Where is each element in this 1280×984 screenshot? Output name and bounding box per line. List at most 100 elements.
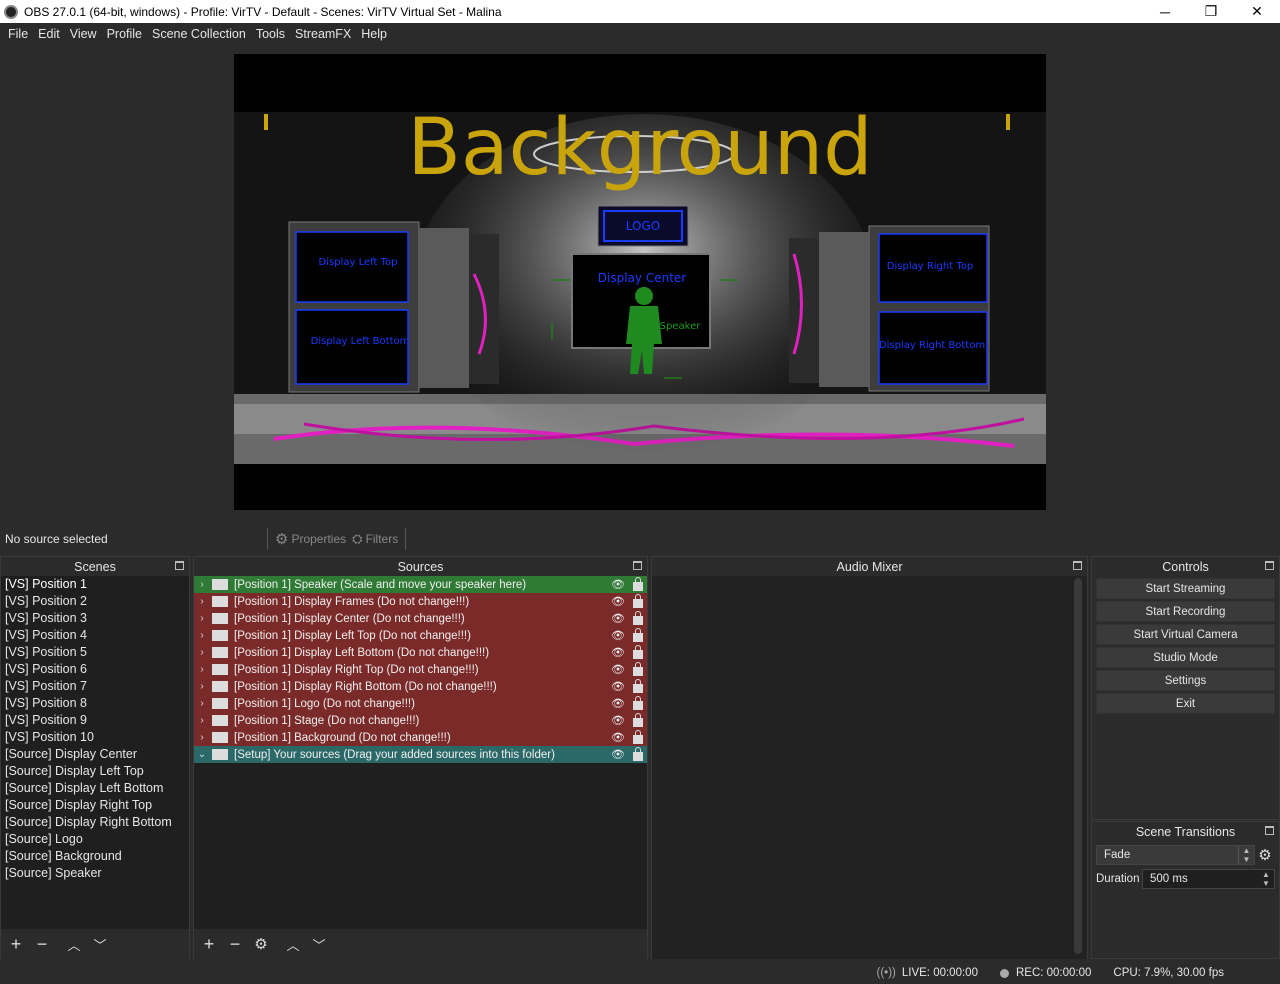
exit-button[interactable]: Exit bbox=[1096, 693, 1275, 714]
move-down-icon[interactable]: ﹀ bbox=[310, 935, 328, 954]
preview-canvas[interactable]: Background LOGO Display Center Speaker D… bbox=[234, 54, 1046, 510]
source-item[interactable]: › [Position 1] Display Right Bottom (Do n… bbox=[194, 678, 647, 695]
eye-icon[interactable]: 👁 bbox=[611, 748, 625, 761]
source-item[interactable]: › [Position 1] Display Left Bottom (Do no… bbox=[194, 644, 647, 661]
expand-chevron-icon[interactable]: › bbox=[196, 732, 208, 743]
eye-icon[interactable]: 👁 bbox=[611, 595, 625, 608]
scene-item[interactable]: [Source] Display Right Bottom bbox=[1, 814, 189, 831]
expand-chevron-icon[interactable]: › bbox=[196, 715, 208, 726]
lock-icon[interactable] bbox=[633, 611, 643, 625]
source-item[interactable]: › [Position 1] Stage (Do not change!!!) 👁 bbox=[194, 712, 647, 729]
eye-icon[interactable]: 👁 bbox=[611, 731, 625, 744]
expand-chevron-icon[interactable]: › bbox=[196, 630, 208, 641]
scene-item[interactable]: [VS] Position 4 bbox=[1, 627, 189, 644]
duration-input[interactable]: 500 ms ▲ ▼ bbox=[1142, 869, 1275, 889]
lock-icon[interactable] bbox=[633, 628, 643, 642]
scene-item[interactable]: [VS] Position 5 bbox=[1, 644, 189, 661]
menu-scene-collection[interactable]: Scene Collection bbox=[147, 27, 251, 41]
close-button[interactable]: ✕ bbox=[1234, 0, 1280, 23]
gear-icon[interactable]: ⚙ bbox=[1255, 846, 1275, 864]
expand-chevron-icon[interactable]: › bbox=[196, 681, 208, 692]
scene-item[interactable]: [Source] Display Center bbox=[1, 746, 189, 763]
scene-item[interactable]: [VS] Position 10 bbox=[1, 729, 189, 746]
menu-help[interactable]: Help bbox=[356, 27, 392, 41]
add-scene-icon[interactable]: + bbox=[7, 934, 25, 955]
move-down-icon[interactable]: ﹀ bbox=[91, 935, 109, 954]
eye-icon[interactable]: 👁 bbox=[611, 663, 625, 676]
scene-item[interactable]: [VS] Position 9 bbox=[1, 712, 189, 729]
transition-select[interactable]: Fade ▲ ▼ bbox=[1096, 845, 1255, 865]
undock-icon[interactable] bbox=[1265, 826, 1274, 835]
menu-file[interactable]: File bbox=[3, 27, 33, 41]
lock-icon[interactable] bbox=[633, 662, 643, 676]
menu-profile[interactable]: Profile bbox=[102, 27, 147, 41]
menu-edit[interactable]: Edit bbox=[33, 27, 65, 41]
studio-mode-button[interactable]: Studio Mode bbox=[1096, 647, 1275, 668]
source-item[interactable]: › [Position 1] Display Left Top (Do not c… bbox=[194, 627, 647, 644]
properties-button[interactable]: ⚙ Properties bbox=[272, 530, 349, 548]
expand-chevron-icon[interactable]: › bbox=[196, 613, 208, 624]
scene-item[interactable]: [Source] Display Left Top bbox=[1, 763, 189, 780]
lock-icon[interactable] bbox=[633, 577, 643, 591]
scene-item[interactable]: [Source] Logo bbox=[1, 831, 189, 848]
lock-icon[interactable] bbox=[633, 679, 643, 693]
expand-chevron-icon[interactable]: › bbox=[196, 664, 208, 675]
menu-streamfx[interactable]: StreamFX bbox=[290, 27, 356, 41]
expand-chevron-icon[interactable]: › bbox=[196, 596, 208, 607]
mixer-scrollbar[interactable] bbox=[1074, 578, 1082, 954]
source-item[interactable]: › [Position 1] Display Frames (Do not cha… bbox=[194, 593, 647, 610]
minimize-button[interactable]: ─ bbox=[1142, 0, 1188, 23]
scene-item[interactable]: [VS] Position 2 bbox=[1, 593, 189, 610]
gear-icon[interactable]: ⚙ bbox=[252, 935, 270, 953]
move-up-icon[interactable]: ︿ bbox=[65, 935, 83, 954]
lock-icon[interactable] bbox=[633, 696, 643, 710]
start-streaming-button[interactable]: Start Streaming bbox=[1096, 578, 1275, 599]
scene-item[interactable]: [VS] Position 7 bbox=[1, 678, 189, 695]
scene-item[interactable]: [VS] Position 3 bbox=[1, 610, 189, 627]
eye-icon[interactable]: 👁 bbox=[611, 612, 625, 625]
lock-icon[interactable] bbox=[633, 645, 643, 659]
lock-icon[interactable] bbox=[633, 594, 643, 608]
undock-icon[interactable] bbox=[1265, 561, 1274, 570]
menu-tools[interactable]: Tools bbox=[251, 27, 290, 41]
scene-item[interactable]: [Source] Display Left Bottom bbox=[1, 780, 189, 797]
eye-icon[interactable]: 👁 bbox=[611, 680, 625, 693]
expand-chevron-icon[interactable]: › bbox=[196, 698, 208, 709]
expand-chevron-icon[interactable]: ⌄ bbox=[196, 749, 208, 760]
scene-item[interactable]: [Source] Speaker bbox=[1, 865, 189, 882]
remove-source-icon[interactable]: − bbox=[226, 934, 244, 955]
eye-icon[interactable]: 👁 bbox=[611, 646, 625, 659]
source-item[interactable]: ⌄ [Setup] Your sources (Drag your added s… bbox=[194, 746, 647, 763]
lock-icon[interactable] bbox=[633, 713, 643, 727]
start-virtual-camera-button[interactable]: Start Virtual Camera bbox=[1096, 624, 1275, 645]
move-up-icon[interactable]: ︿ bbox=[284, 935, 302, 954]
undock-icon[interactable] bbox=[1073, 561, 1082, 570]
scenes-list[interactable]: [VS] Position 1 [VS] Position 2 [VS] Pos… bbox=[1, 576, 189, 929]
lock-icon[interactable] bbox=[633, 730, 643, 744]
filters-button[interactable]: ⛭ Filters bbox=[349, 531, 401, 547]
scene-item[interactable]: [Source] Display Right Top bbox=[1, 797, 189, 814]
source-item[interactable]: › [Position 1] Logo (Do not change!!!) 👁 bbox=[194, 695, 647, 712]
remove-scene-icon[interactable]: − bbox=[33, 934, 51, 955]
restore-button[interactable]: ❐ bbox=[1188, 0, 1234, 23]
start-recording-button[interactable]: Start Recording bbox=[1096, 601, 1275, 622]
scene-item[interactable]: [VS] Position 1 bbox=[1, 576, 189, 593]
scene-item[interactable]: [VS] Position 8 bbox=[1, 695, 189, 712]
source-item[interactable]: › [Position 1] Speaker (Scale and move yo… bbox=[194, 576, 647, 593]
scene-item[interactable]: [VS] Position 6 bbox=[1, 661, 189, 678]
settings-button[interactable]: Settings bbox=[1096, 670, 1275, 691]
scene-item[interactable]: [Source] Background bbox=[1, 848, 189, 865]
menu-view[interactable]: View bbox=[65, 27, 102, 41]
eye-icon[interactable]: 👁 bbox=[611, 714, 625, 727]
expand-chevron-icon[interactable]: › bbox=[196, 579, 208, 590]
source-item[interactable]: › [Position 1] Background (Do not change!… bbox=[194, 729, 647, 746]
source-item[interactable]: › [Position 1] Display Center (Do not cha… bbox=[194, 610, 647, 627]
eye-icon[interactable]: 👁 bbox=[611, 578, 625, 591]
sources-list[interactable]: › [Position 1] Speaker (Scale and move yo… bbox=[194, 576, 647, 929]
eye-icon[interactable]: 👁 bbox=[611, 697, 625, 710]
undock-icon[interactable] bbox=[175, 561, 184, 570]
source-item[interactable]: › [Position 1] Display Right Top (Do not … bbox=[194, 661, 647, 678]
lock-icon[interactable] bbox=[633, 747, 643, 761]
expand-chevron-icon[interactable]: › bbox=[196, 647, 208, 658]
undock-icon[interactable] bbox=[633, 561, 642, 570]
